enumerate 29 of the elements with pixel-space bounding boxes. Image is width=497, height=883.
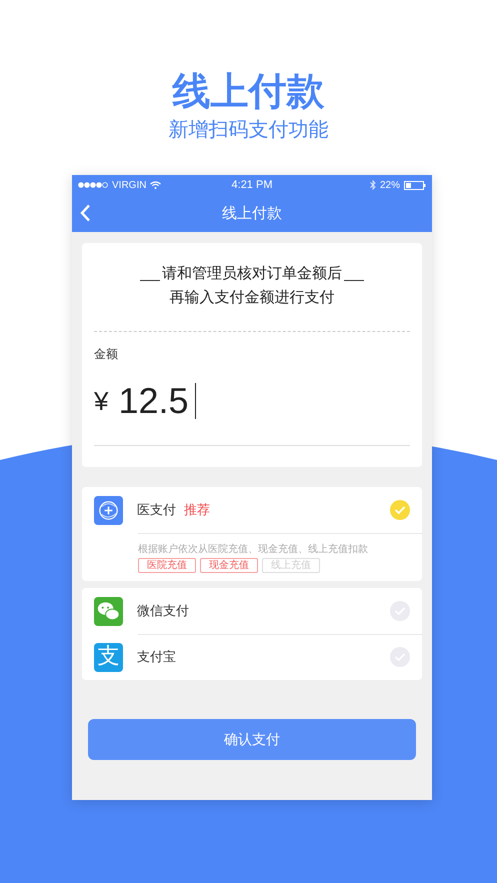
payment-name: 医支付 bbox=[137, 502, 176, 519]
headline: 线上付款 bbox=[172, 68, 324, 114]
payment-name: 支付宝 bbox=[137, 649, 176, 666]
amount-label: 金额 bbox=[94, 346, 119, 363]
wifi-icon bbox=[150, 181, 162, 189]
nav-title: 线上付款 bbox=[222, 204, 282, 223]
notice-text: 请和管理员核对订单金额后 bbox=[162, 263, 342, 284]
fund-tag: 现金充值 bbox=[200, 558, 258, 573]
battery-icon bbox=[404, 180, 426, 190]
subheadline: 新增扫码支付功能 bbox=[168, 116, 328, 142]
signal-icon bbox=[78, 182, 108, 188]
amount-field[interactable]: ¥ 12.5 bbox=[94, 373, 410, 446]
alipay-logo: 支 bbox=[94, 642, 123, 672]
payment-description: 根据账户依次从医院充值、现金充值、线上充值扣款 bbox=[138, 542, 369, 556]
notice-text: 再输入支付金额进行支付 bbox=[170, 287, 334, 308]
payment-option[interactable]: 医支付 推荐 bbox=[82, 487, 422, 533]
payment-name: 微信支付 bbox=[137, 603, 189, 620]
battery-percent: 22% bbox=[380, 180, 400, 190]
bluetooth-icon bbox=[370, 180, 376, 190]
carrier-label: VIRGIN bbox=[112, 180, 146, 190]
medical-pay-icon bbox=[94, 496, 123, 524]
back-icon[interactable] bbox=[80, 204, 91, 222]
chat-bubbles-icon bbox=[94, 596, 123, 626]
payment-option[interactable]: 支 支付宝 bbox=[82, 634, 422, 680]
recommend-label: 推荐 bbox=[184, 502, 210, 519]
payment-option[interactable]: 微信支付 bbox=[82, 588, 422, 634]
status-time: 4:21 PM bbox=[232, 179, 272, 191]
fund-tag: 医院充值 bbox=[138, 558, 196, 573]
check-icon[interactable] bbox=[390, 500, 410, 520]
